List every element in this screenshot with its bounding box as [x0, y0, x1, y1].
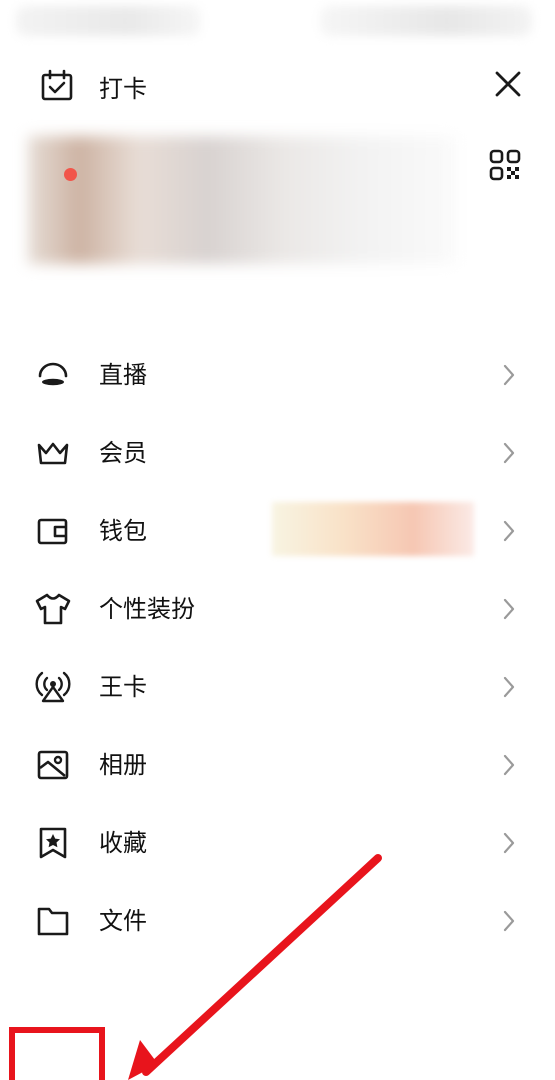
menu-item-membership[interactable]: 会员	[0, 414, 555, 492]
checkin-button[interactable]: 打卡	[38, 66, 147, 106]
annotation-highlight-box	[9, 1027, 105, 1080]
wallet-icon	[33, 512, 73, 550]
menu-item-theme[interactable]: 个性装扮	[0, 570, 555, 648]
chevron-right-icon	[497, 360, 521, 390]
chevron-right-icon	[497, 828, 521, 858]
chevron-right-icon	[497, 438, 521, 468]
menu-item-favorites[interactable]: 收藏	[0, 804, 555, 882]
checkin-label: 打卡	[99, 74, 147, 103]
wallet-promo-blurred	[272, 502, 474, 556]
chevron-right-icon	[497, 516, 521, 546]
menu-item-label: 相册	[99, 751, 147, 779]
blurred-status-right	[320, 6, 532, 36]
menu-item-wallet[interactable]: 钱包	[0, 492, 555, 570]
menu-item-label: 收藏	[99, 829, 147, 857]
menu-item-king-card[interactable]: 王卡	[0, 648, 555, 726]
live-icon	[33, 356, 73, 394]
chevron-right-icon	[497, 906, 521, 936]
menu-item-label: 直播	[99, 361, 147, 389]
menu-item-album[interactable]: 相册	[0, 726, 555, 804]
menu-item-label: 钱包	[99, 517, 147, 545]
side-menu: 直播 会员 钱包 个性装扮 王卡 相册 收藏 文件	[0, 336, 555, 960]
menu-item-files[interactable]: 文件	[0, 882, 555, 960]
wallet-notification-dot	[64, 168, 77, 181]
qr-code-icon	[489, 149, 521, 181]
menu-item-label: 王卡	[99, 673, 147, 701]
menu-item-live[interactable]: 直播	[0, 336, 555, 414]
bookmark-star-icon	[33, 824, 73, 862]
blurred-status-left	[16, 6, 201, 36]
menu-item-label: 文件	[99, 907, 147, 935]
crown-icon	[33, 434, 73, 472]
menu-item-label: 个性装扮	[99, 595, 195, 623]
folder-icon	[33, 902, 73, 940]
tshirt-icon	[33, 590, 73, 628]
menu-item-label: 会员	[99, 439, 147, 467]
chevron-right-icon	[497, 750, 521, 780]
profile-card-blurred[interactable]	[28, 136, 455, 264]
close-button[interactable]	[486, 62, 530, 106]
close-icon	[495, 71, 521, 97]
calendar-check-icon	[38, 67, 76, 105]
chevron-right-icon	[497, 594, 521, 624]
signal-card-icon	[33, 668, 73, 706]
chevron-right-icon	[497, 672, 521, 702]
qr-code-button[interactable]	[484, 144, 526, 186]
album-icon	[33, 746, 73, 784]
